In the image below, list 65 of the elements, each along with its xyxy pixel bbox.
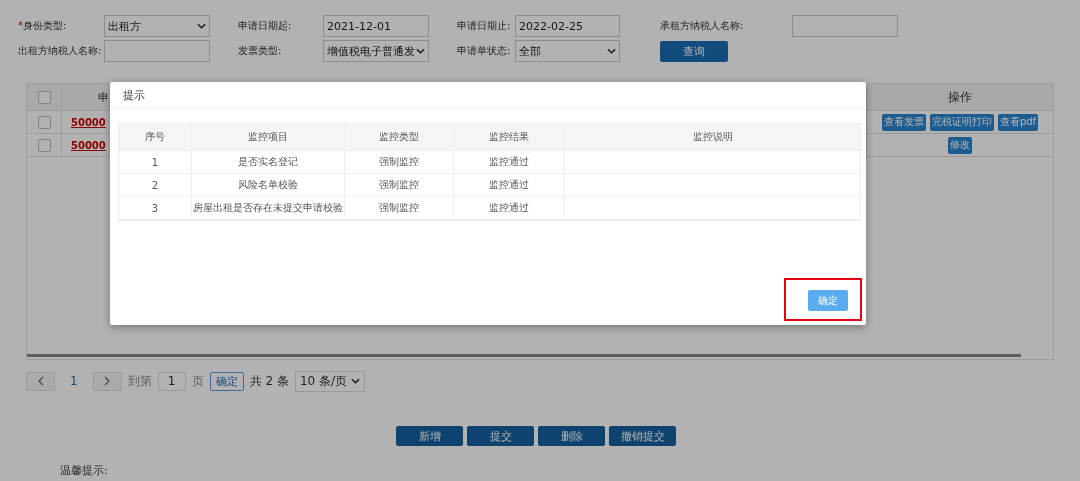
column-header: 监控项目 bbox=[192, 124, 345, 150]
column-header: 监控结果 bbox=[454, 124, 565, 150]
table-cell: 2 bbox=[119, 174, 192, 196]
action-button[interactable]: 完税证明打印 bbox=[929, 113, 994, 131]
table-cell: 监控通过 bbox=[454, 151, 565, 173]
page-unit-label: 页 bbox=[191, 372, 204, 390]
action-button[interactable]: 撤销提交 bbox=[609, 426, 676, 446]
scrollbar[interactable] bbox=[27, 354, 1021, 357]
action-button[interactable]: 删除 bbox=[538, 426, 605, 446]
chevron-right-icon bbox=[104, 376, 111, 386]
table-cell: 监控通过 bbox=[454, 197, 565, 219]
page-input[interactable]: 1 bbox=[157, 371, 186, 391]
column-header: 申 bbox=[98, 89, 109, 105]
field-label: *身份类型: bbox=[18, 19, 68, 33]
input-field[interactable] bbox=[104, 40, 210, 62]
field-label: 出租方纳税人名称: bbox=[18, 44, 103, 58]
dropdown-field[interactable]: 全部 bbox=[515, 40, 620, 62]
dropdown-field[interactable]: 增值税电子普通发 bbox=[323, 40, 429, 62]
go-button[interactable]: 确定 bbox=[209, 371, 244, 391]
previous-page-button[interactable] bbox=[26, 371, 55, 391]
input-field[interactable]: 2021-12-01 bbox=[323, 15, 429, 37]
chevron-down-icon bbox=[607, 48, 616, 54]
page-size-dropdown[interactable]: 10 条/页 bbox=[294, 370, 366, 392]
table-cell: 强制监控 bbox=[345, 174, 454, 196]
chevron-down-icon bbox=[416, 48, 425, 54]
chevron-left-icon bbox=[37, 376, 44, 386]
action-button[interactable]: 新增 bbox=[396, 426, 463, 446]
total-count: 共 2 条 bbox=[249, 372, 289, 390]
query-button[interactable]: 查询 bbox=[660, 40, 728, 62]
input-field[interactable]: 2022-02-25 bbox=[515, 15, 620, 37]
dialog-title: 提示 bbox=[123, 87, 145, 103]
checkbox[interactable] bbox=[37, 138, 51, 152]
table-cell: 风险名单校验 bbox=[192, 174, 345, 196]
field-label: 申请日期止: bbox=[457, 19, 512, 33]
table-cell: 强制监控 bbox=[345, 197, 454, 219]
record-link[interactable]: 50000 bbox=[71, 139, 106, 151]
action-button[interactable]: 提交 bbox=[467, 426, 534, 446]
field-label: 申请日期起: bbox=[238, 19, 293, 33]
field-label: 申请单状态: bbox=[457, 44, 512, 58]
table-cell: 1 bbox=[119, 151, 192, 173]
table-cell: 监控通过 bbox=[454, 174, 565, 196]
next-page-button[interactable] bbox=[92, 371, 122, 391]
field-label: 发票类型: bbox=[238, 44, 283, 58]
action-button[interactable]: 查看pdf bbox=[997, 113, 1039, 131]
table-cell: 是否实名登记 bbox=[192, 151, 345, 173]
checkbox[interactable] bbox=[37, 90, 51, 104]
table-cell: 3 bbox=[119, 197, 192, 219]
table-cell: 房屋出租是否存在未提交申请校验 bbox=[192, 197, 345, 219]
action-button[interactable]: 查看发票 bbox=[881, 113, 926, 131]
chevron-down-icon bbox=[351, 378, 361, 384]
column-header: 操作 bbox=[948, 88, 972, 106]
dropdown-field[interactable]: 出租方 bbox=[104, 15, 210, 37]
chevron-down-icon bbox=[197, 23, 206, 29]
action-button[interactable]: 修改 bbox=[948, 136, 972, 154]
column-header: 监控说明 bbox=[691, 130, 734, 144]
column-header: 监控类型 bbox=[345, 124, 454, 150]
column-header: 序号 bbox=[119, 124, 192, 150]
field-label: 承租方纳税人名称: bbox=[660, 19, 745, 33]
checkbox[interactable] bbox=[37, 115, 51, 129]
tip-label: 温馨提示: bbox=[60, 463, 109, 478]
goto-label: 到第 bbox=[127, 372, 152, 390]
table-cell: 强制监控 bbox=[345, 151, 454, 173]
input-field[interactable] bbox=[792, 15, 898, 37]
record-link[interactable]: 50000 bbox=[71, 116, 106, 128]
page-number[interactable]: 1 bbox=[70, 374, 78, 388]
